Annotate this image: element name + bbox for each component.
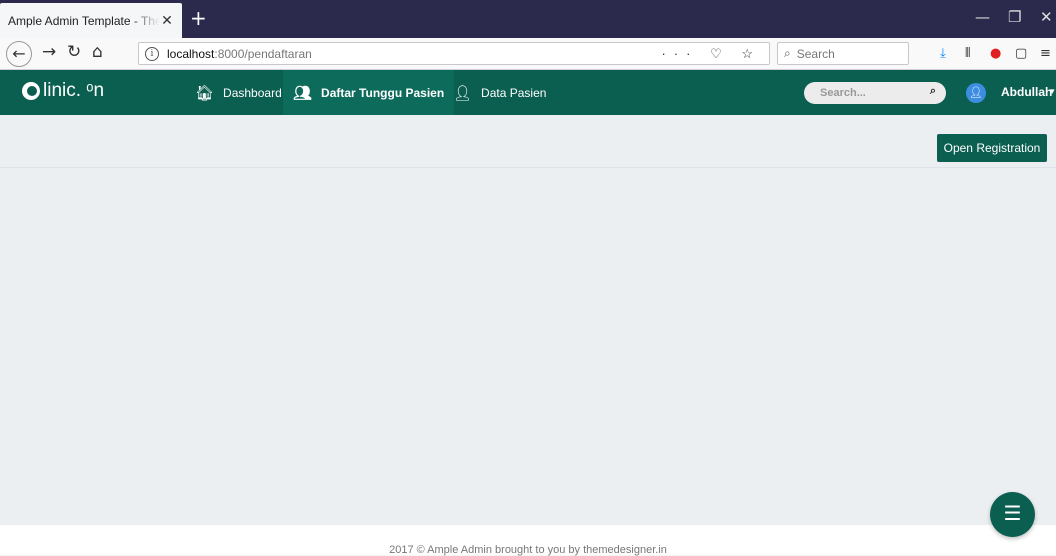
patient-icon: 👤︎ [453,84,473,102]
minimize-icon[interactable]: — [975,8,990,26]
nav-dashboard-label: Dashboard [223,85,282,100]
app-header: linic. ᵒn 🏠︎ Dashboard 👥︎ Daftar Tunggu … [0,70,1056,115]
browser-navbar: ← → ↻ ⌂ i localhost :8000/pendaftaran ··… [0,38,1056,70]
logo-mark-icon [22,82,40,100]
search-icon[interactable]: ⌕ [930,85,936,98]
url-bar[interactable]: i localhost :8000/pendaftaran ··· ♡ ☆ [138,42,770,65]
chevron-down-icon[interactable]: ▾ [1050,87,1055,97]
logo[interactable]: linic. ᵒn [22,80,104,102]
home-icon: 🏠︎ [195,84,215,102]
menu-icon[interactable]: ≡ [1040,46,1051,61]
footer: 2017 © Ample Admin brought to you by the… [0,525,1056,556]
footer-text: 2017 © Ample Admin brought to you by the… [389,544,667,556]
header-search-input[interactable]: Search... ⌕ [804,82,946,104]
tab-title: Ample Admin Template - The Ultimate Mult… [8,13,160,28]
url-host: localhost [167,46,215,61]
library-icon[interactable]: ⫴ [965,46,970,61]
floating-menu-button[interactable]: ☰ [990,492,1035,537]
logo-text: linic. ᵒn [43,80,105,101]
browser-search-placeholder: Search [796,46,835,61]
download-icon[interactable]: ⤓ [940,46,946,61]
page-toolbar: Open Registration [0,115,1056,168]
nav-data-pasien[interactable]: 👤︎ Data Pasien [443,70,556,115]
nav-daftar-tunggu-label: Daftar Tunggu Pasien [321,85,445,100]
url-path: :8000/pendaftaran [214,46,312,61]
main-content [0,168,1056,525]
user-name[interactable]: Abdullah [1001,85,1052,99]
reload-icon[interactable]: ↻ [67,42,81,62]
browser-tab[interactable]: Ample Admin Template - The Ultimate Mult… [0,3,182,38]
info-icon[interactable]: i [145,46,159,61]
avatar[interactable]: 👤︎ [966,83,986,103]
header-search-placeholder: Search... [820,87,866,99]
users-icon: 👥︎ [293,84,313,102]
restore-icon[interactable]: ❐ [1008,8,1021,26]
sidebar-icon[interactable]: ▢ [1015,46,1027,61]
browser-search-input[interactable]: ⌕ Search [777,42,909,65]
browser-tab-strip: Ample Admin Template - The Ultimate Mult… [0,0,1056,38]
back-arrow-icon[interactable]: ← [6,41,32,67]
close-tab-icon[interactable]: ✕ [160,12,174,29]
home-browser-icon[interactable]: ⌂ [92,42,103,62]
nav-data-pasien-label: Data Pasien [481,85,547,100]
forward-arrow-icon[interactable]: → [42,42,56,62]
nav-daftar-tunggu-pasien[interactable]: 👥︎ Daftar Tunggu Pasien [283,70,455,115]
nav-dashboard[interactable]: 🏠︎ Dashboard [185,70,292,115]
new-tab-button[interactable]: + [190,8,207,28]
adblock-icon[interactable]: ● [990,46,1001,61]
page-actions-icon[interactable]: ··· ♡ ☆ [661,46,761,62]
open-registration-button[interactable]: Open Registration [937,134,1047,162]
close-window-icon[interactable]: ✕ [1040,8,1053,26]
search-icon: ⌕ [784,46,791,60]
